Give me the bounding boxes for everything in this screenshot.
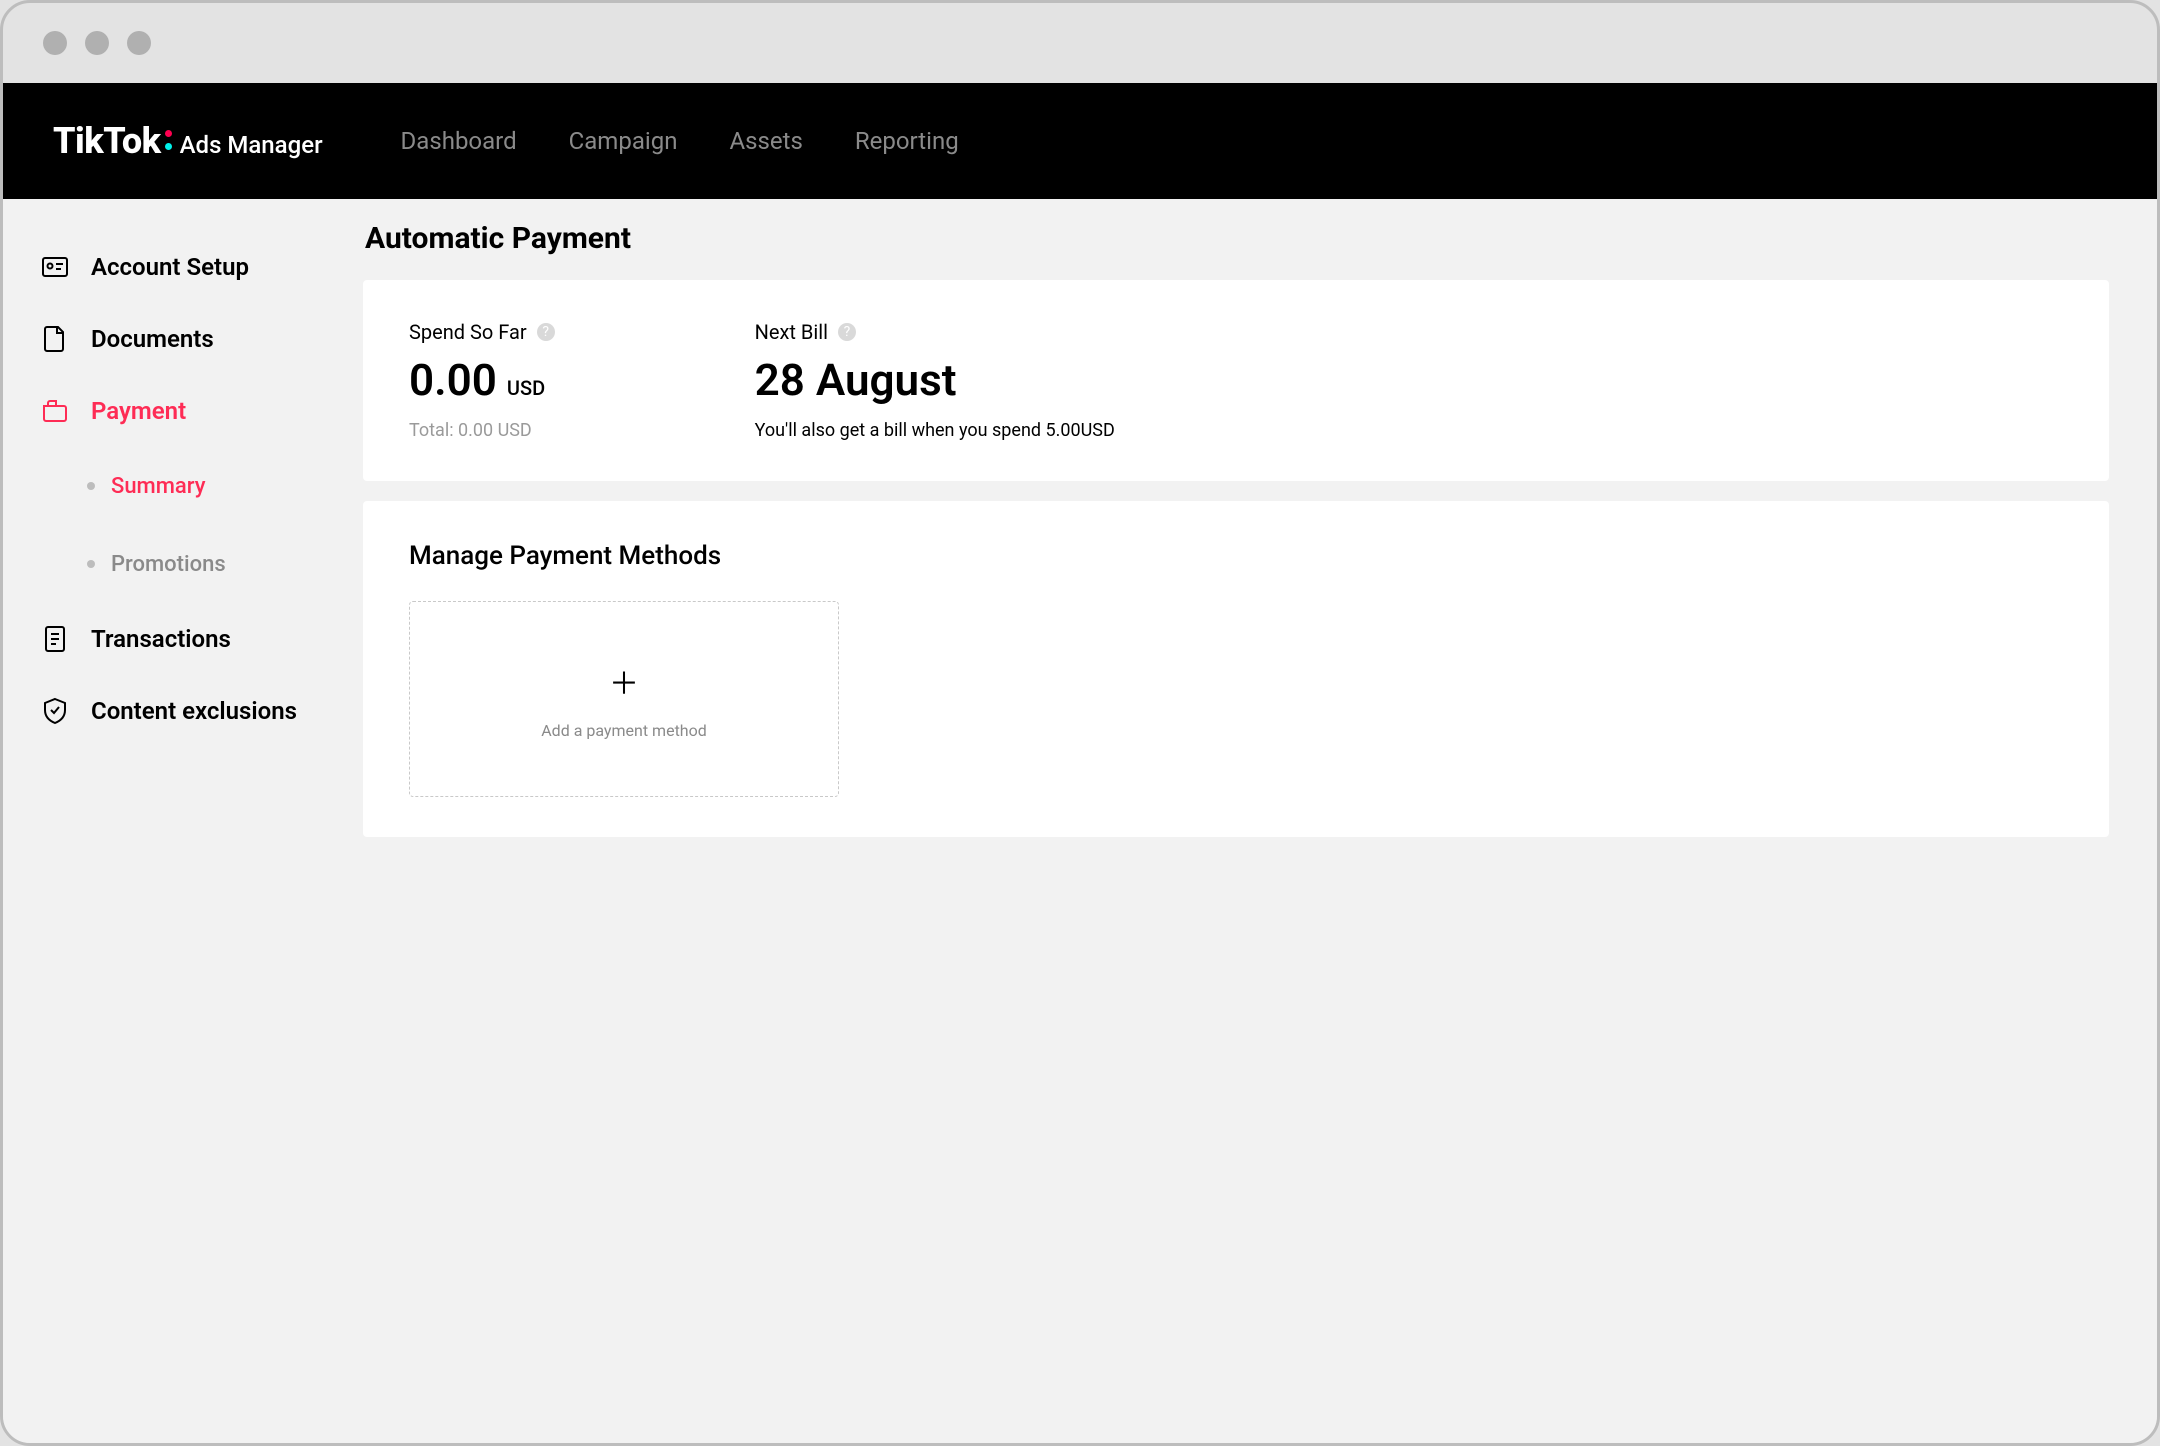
app-body: Account Setup Documents Payment Summary (3, 199, 2157, 1443)
app-window: TikTok Ads Manager Dashboard Campaign As… (0, 0, 2160, 1446)
spend-so-far-block: Spend So Far ? 0.00 USD Total: 0.00 USD (409, 320, 555, 441)
help-icon[interactable]: ? (537, 323, 555, 341)
sidebar-subitem-label: Promotions (111, 552, 226, 577)
wallet-icon (41, 397, 69, 425)
brand-product: Ads Manager (180, 131, 323, 159)
receipt-icon (41, 625, 69, 653)
sidebar-item-label: Documents (91, 325, 214, 353)
sidebar-item-content-exclusions[interactable]: Content exclusions (41, 675, 363, 747)
tiktok-colon-icon (165, 130, 172, 150)
app-header: TikTok Ads Manager Dashboard Campaign As… (3, 83, 2157, 199)
sidebar-subitem-promotions[interactable]: Promotions (87, 525, 363, 603)
spend-amount: 0.00 (409, 354, 497, 406)
sidebar-subitem-label: Summary (111, 474, 206, 499)
sidebar-item-label: Payment (91, 397, 186, 425)
window-titlebar (3, 3, 2157, 83)
sidebar-item-label: Content exclusions (91, 697, 297, 725)
add-payment-method-button[interactable]: ＋ Add a payment method (409, 601, 839, 797)
nav-assets[interactable]: Assets (729, 127, 802, 155)
shield-icon (41, 697, 69, 725)
next-bill-date: 28 August (755, 354, 957, 406)
brand-logo[interactable]: TikTok Ads Manager (53, 120, 323, 162)
next-bill-label: Next Bill (755, 320, 828, 344)
sidebar-item-label: Account Setup (91, 253, 249, 281)
next-bill-block: Next Bill ? 28 August You'll also get a … (755, 320, 1115, 441)
nav-dashboard[interactable]: Dashboard (401, 127, 517, 155)
help-icon[interactable]: ? (838, 323, 856, 341)
payment-methods-title: Manage Payment Methods (409, 541, 2063, 571)
spend-currency: USD (507, 376, 545, 400)
spend-label: Spend So Far (409, 320, 527, 344)
window-control-dot[interactable] (43, 31, 67, 55)
next-bill-note: You'll also get a bill when you spend 5.… (755, 420, 1115, 441)
window-control-dot[interactable] (85, 31, 109, 55)
window-control-dot[interactable] (127, 31, 151, 55)
top-nav: Dashboard Campaign Assets Reporting (401, 127, 959, 155)
sidebar-item-documents[interactable]: Documents (41, 303, 363, 375)
add-payment-method-label: Add a payment method (541, 721, 707, 740)
nav-campaign[interactable]: Campaign (569, 127, 678, 155)
sidebar-item-payment[interactable]: Payment (41, 375, 363, 447)
id-card-icon (41, 253, 69, 281)
sidebar: Account Setup Documents Payment Summary (3, 199, 363, 1443)
sidebar-subitem-summary[interactable]: Summary (87, 447, 363, 525)
billing-summary-card: Spend So Far ? 0.00 USD Total: 0.00 USD … (363, 280, 2109, 481)
sidebar-item-transactions[interactable]: Transactions (41, 603, 363, 675)
payment-methods-card: Manage Payment Methods ＋ Add a payment m… (363, 501, 2109, 837)
nav-reporting[interactable]: Reporting (855, 127, 959, 155)
sidebar-item-label: Transactions (91, 625, 231, 653)
spend-total: Total: 0.00 USD (409, 420, 555, 441)
sidebar-item-account-setup[interactable]: Account Setup (41, 231, 363, 303)
document-icon (41, 325, 69, 353)
page-title: Automatic Payment (363, 221, 2109, 256)
sidebar-subitems-payment: Summary Promotions (41, 447, 363, 603)
plus-icon: ＋ (609, 659, 639, 703)
main-content: Automatic Payment Spend So Far ? 0.00 US… (363, 199, 2157, 1443)
tiktok-wordmark: TikTok (53, 120, 172, 162)
